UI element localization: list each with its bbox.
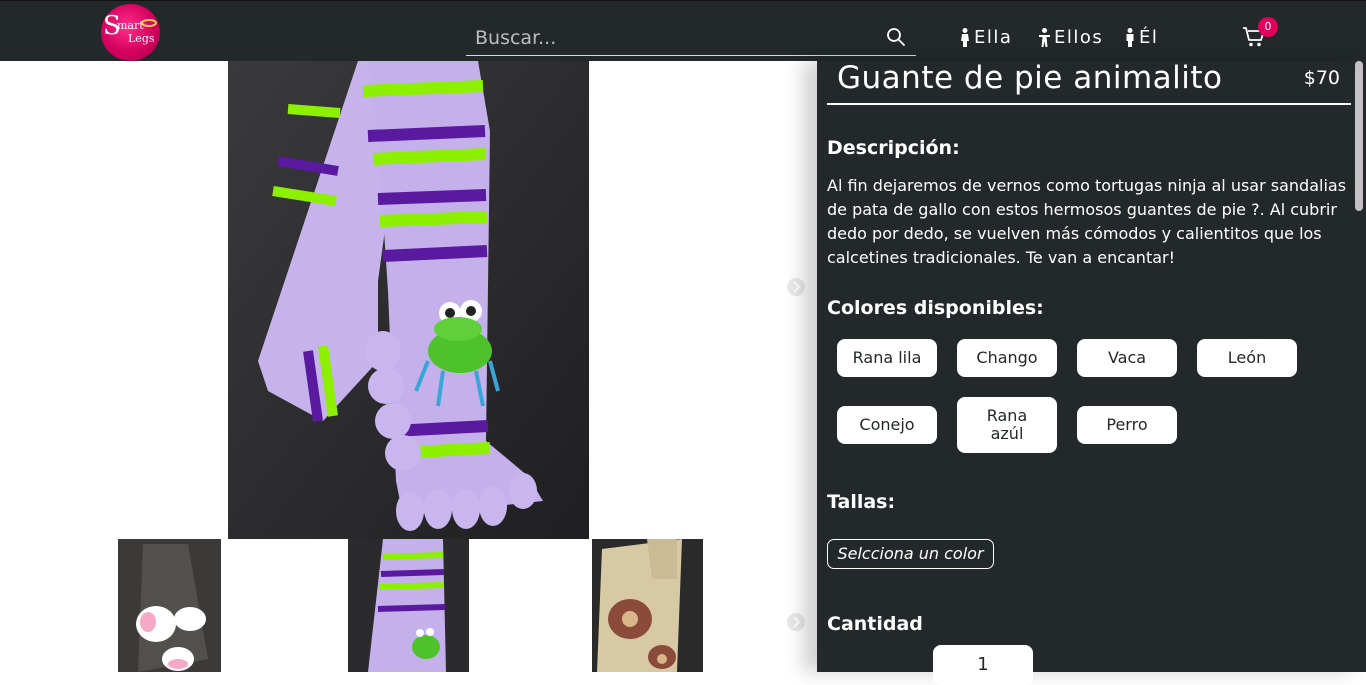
color-option-leon[interactable]: León	[1197, 339, 1297, 377]
product-main-image	[228, 61, 589, 539]
thumbnail-dog[interactable]	[592, 539, 703, 672]
nav-el-label: Él	[1139, 27, 1159, 48]
product-title: Guante de pie animalito	[837, 60, 1223, 96]
size-selector[interactable]: Selcciona un color	[827, 539, 994, 569]
male-icon	[1126, 28, 1134, 47]
nav-ella-label: Ella	[974, 27, 1013, 48]
color-option-perro[interactable]: Perro	[1077, 406, 1177, 444]
people-icon	[1039, 28, 1050, 47]
nav-ellos[interactable]: Ellos	[1038, 27, 1103, 49]
next-thumbnail-arrow[interactable]	[787, 613, 805, 631]
color-option-rana-lila[interactable]: Rana lila	[837, 339, 937, 377]
title-divider	[827, 103, 1351, 105]
color-option-conejo[interactable]: Conejo	[837, 406, 937, 444]
smartlegs-logo[interactable]: S mart Legs	[101, 4, 160, 61]
search-icon[interactable]	[886, 27, 906, 47]
product-details-panel: Guante de pie animalito $70 Descripción:…	[817, 60, 1366, 685]
sock-frog-thumb-image	[348, 539, 469, 672]
color-option-rana-azul[interactable]: Rana azúl	[957, 397, 1057, 453]
search-bar	[466, 21, 916, 56]
color-option-chango[interactable]: Chango	[957, 339, 1057, 377]
chevron-right-icon	[793, 616, 801, 628]
top-navbar: S mart Legs Ella Ellos Él	[0, 0, 1366, 61]
product-price: $70	[1303, 67, 1340, 89]
thumbnail-frog[interactable]	[348, 539, 469, 672]
next-image-arrow[interactable]	[787, 278, 805, 296]
sock-cow-image	[118, 539, 221, 672]
cart-count-badge: 0	[1258, 17, 1278, 37]
quantity-input[interactable]: 1	[933, 645, 1033, 685]
female-icon	[961, 28, 969, 47]
chevron-right-icon	[793, 281, 801, 293]
sizes-heading: Tallas:	[827, 491, 896, 513]
color-option-vaca[interactable]: Vaca	[1077, 339, 1177, 377]
nav-ella[interactable]: Ella	[959, 27, 1012, 49]
thumbnail-cow[interactable]	[118, 539, 221, 672]
search-input[interactable]	[466, 21, 876, 55]
sock-frog-lilac-image	[228, 61, 589, 539]
sock-dog-image	[592, 539, 703, 672]
nav-el[interactable]: Él	[1124, 27, 1158, 49]
colors-heading: Colores disponibles:	[827, 297, 1044, 319]
description-heading: Descripción:	[827, 137, 960, 159]
quantity-heading: Cantidad	[827, 613, 923, 635]
product-description: Al fin dejaremos de vernos como tortugas…	[827, 176, 1347, 267]
nav-ellos-label: Ellos	[1054, 27, 1104, 48]
